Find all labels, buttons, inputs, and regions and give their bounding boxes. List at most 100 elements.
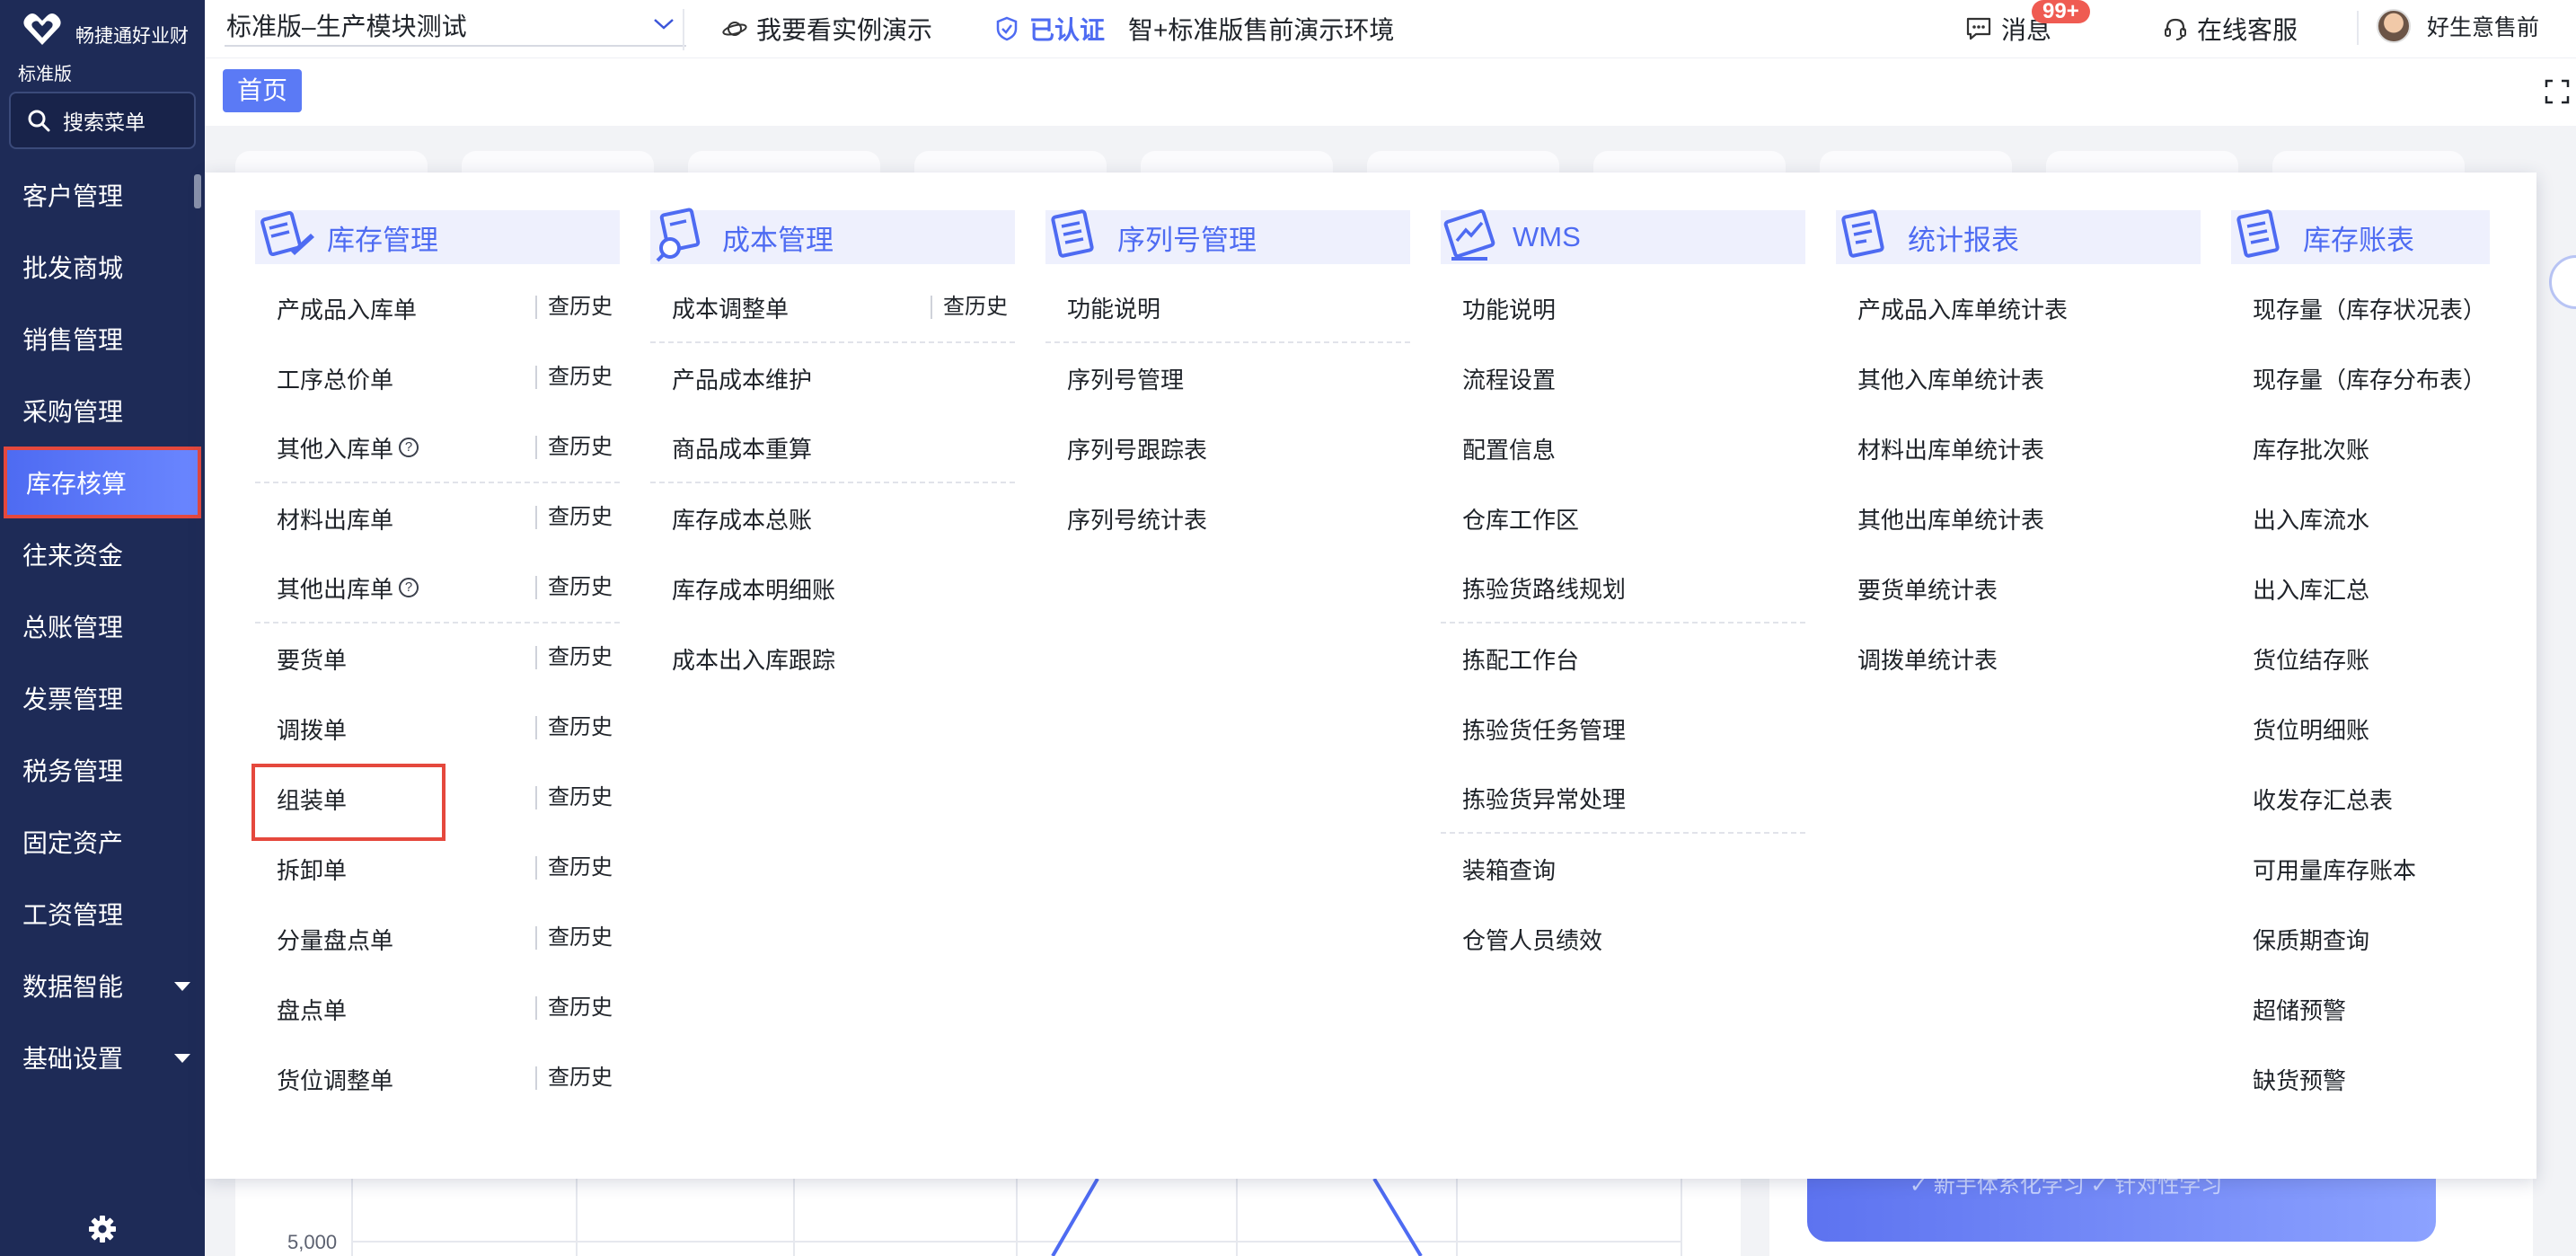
menu-item-shelf-life-query[interactable]: 保质期查询 xyxy=(2231,904,2490,974)
online-service-label: 在线客服 xyxy=(2197,16,2298,44)
menu-item-overstock-alert[interactable]: 超储预警 xyxy=(2231,974,2490,1044)
menu-item-cost-inout-tracking[interactable]: 成本出入库跟踪 xyxy=(650,624,1015,694)
fullscreen-icon[interactable] xyxy=(2544,78,2571,105)
menu-item-finished-goods-receipt-stats[interactable]: 产成品入库单统计表 xyxy=(1836,273,2201,343)
menu-item-packing-query[interactable]: 装箱查询 xyxy=(1441,834,1805,904)
history-link[interactable]: 查历史 xyxy=(535,786,613,809)
menu-item-picking-workbench[interactable]: 拣配工作台 xyxy=(1441,624,1805,694)
history-link[interactable]: 查历史 xyxy=(535,856,613,880)
menu-search-button[interactable]: 搜索菜单 xyxy=(9,92,196,149)
menu-item-label: 超储预警 xyxy=(2253,996,2347,1024)
sidebar-item-inventory-accounting[interactable]: 库存核算 xyxy=(4,447,201,518)
menu-item-transfer[interactable]: 调拨单 查历史 xyxy=(255,694,620,764)
history-link[interactable]: 查历史 xyxy=(535,646,613,669)
menu-item-configuration-info[interactable]: 配置信息 xyxy=(1441,413,1805,483)
menu-item-process-settings[interactable]: 流程设置 xyxy=(1441,343,1805,413)
history-link[interactable]: 查历史 xyxy=(535,506,613,529)
menu-item-other-receipt[interactable]: 其他入库单? 查历史 xyxy=(255,413,620,483)
sidebar-item-purchase[interactable]: 采购管理 xyxy=(0,375,205,447)
menu-item-assembly[interactable]: 组装单 查历史 xyxy=(251,764,620,841)
menu-item-picking-task-management[interactable]: 拣验货任务管理 xyxy=(1441,694,1805,764)
environment-select[interactable]: 标准版–生产模块测试 xyxy=(225,5,686,47)
menu-item-process-price[interactable]: 工序总价单 查历史 xyxy=(255,343,620,413)
history-link[interactable]: 查历史 xyxy=(535,296,613,319)
user-menu[interactable]: 好生意售前 xyxy=(2377,9,2539,43)
history-link[interactable]: 查历史 xyxy=(535,1066,613,1090)
menu-item-wms-function-guide[interactable]: 功能说明 xyxy=(1441,273,1805,343)
sidebar-item-tax[interactable]: 税务管理 xyxy=(0,734,205,806)
history-link[interactable]: 查历史 xyxy=(535,926,613,950)
demo-link[interactable]: 我要看实例演示 xyxy=(722,11,932,47)
menu-item-shortage-alert[interactable]: 缺货预警 xyxy=(2231,1044,2490,1114)
menu-item-location-detail[interactable]: 货位明细账 xyxy=(2231,694,2490,764)
sidebar-item-sales[interactable]: 销售管理 xyxy=(0,303,205,375)
help-icon[interactable]: ? xyxy=(399,438,419,457)
ledger-icon xyxy=(2236,209,2280,258)
menu-item-serial-tracking[interactable]: 序列号跟踪表 xyxy=(1045,413,1410,483)
sidebar-item-label: 总账管理 xyxy=(22,614,124,641)
menu-item-material-issue[interactable]: 材料出库单 查历史 xyxy=(255,483,620,553)
menu-item-stock-distribution[interactable]: 现存量（库存分布表） xyxy=(2231,343,2490,413)
menu-item-serial-statistics[interactable]: 序列号统计表 xyxy=(1045,483,1410,553)
menu-item-requisition[interactable]: 要货单 查历史 xyxy=(255,624,620,694)
menu-item-cost-recalculation[interactable]: 商品成本重算 xyxy=(650,413,1015,483)
menu-item-other-issue[interactable]: 其他出库单? 查历史 xyxy=(255,553,620,624)
menu-item-transfer-stats[interactable]: 调拨单统计表 xyxy=(1836,624,2201,694)
sidebar-item-general-ledger[interactable]: 总账管理 xyxy=(0,590,205,662)
menu-item-serial-management[interactable]: 序列号管理 xyxy=(1045,343,1410,413)
sidebar-item-label: 往来资金 xyxy=(22,542,124,570)
menu-item-other-issue-stats[interactable]: 其他出库单统计表 xyxy=(1836,483,2201,553)
menu-item-picking-route-planning[interactable]: 拣验货路线规划 xyxy=(1441,553,1805,624)
menu-item-partial-stocktake[interactable]: 分量盘点单 查历史 xyxy=(255,904,620,974)
history-link[interactable]: 查历史 xyxy=(931,296,1008,319)
sidebar-item-customer[interactable]: 客户管理 xyxy=(0,159,205,231)
menu-item-warehouse-staff-performance[interactable]: 仓管人员绩效 xyxy=(1441,904,1805,974)
menu-item-receive-issue-summary[interactable]: 收发存汇总表 xyxy=(2231,764,2490,834)
document-pen-icon xyxy=(260,210,314,257)
menu-item-inout-summary[interactable]: 出入库汇总 xyxy=(2231,553,2490,624)
help-icon[interactable]: ? xyxy=(399,578,419,597)
menu-item-product-cost-maintenance[interactable]: 产品成本维护 xyxy=(650,343,1015,413)
menu-column-inventory-ledgers: 库存账表 现存量（库存状况表） 现存量（库存分布表） 库存批次账 出入库流水 出… xyxy=(2231,209,2490,1114)
tab-home[interactable]: 首页 xyxy=(223,69,303,112)
floating-assistant-handle[interactable] xyxy=(2549,255,2576,309)
sidebar-item-wholesale-mall[interactable]: 批发商城 xyxy=(0,231,205,303)
brand-logo-icon xyxy=(23,13,61,45)
sidebar-item-basic-settings[interactable]: 基础设置 xyxy=(0,1022,205,1093)
menu-item-serial-function-guide[interactable]: 功能说明 xyxy=(1045,273,1410,343)
sidebar-item-invoice[interactable]: 发票管理 xyxy=(0,662,205,734)
menu-item-available-stock-ledger[interactable]: 可用量库存账本 xyxy=(2231,834,2490,904)
sidebar-item-fixed-assets[interactable]: 固定资产 xyxy=(0,806,205,878)
history-link[interactable]: 查历史 xyxy=(535,366,613,389)
brand-logo[interactable]: 畅捷通好业财 标准版 xyxy=(18,7,207,84)
history-link[interactable]: 查历史 xyxy=(535,436,613,459)
column-title: 成本管理 xyxy=(722,224,834,256)
history-link[interactable]: 查历史 xyxy=(535,576,613,599)
sidebar-item-data-intelligence[interactable]: 数据智能 xyxy=(0,950,205,1022)
menu-item-location-adjustment[interactable]: 货位调整单 查历史 xyxy=(255,1044,620,1114)
menu-item-picking-exception[interactable]: 拣验货异常处理 xyxy=(1441,764,1805,834)
menu-item-stocktake[interactable]: 盘点单 查历史 xyxy=(255,974,620,1044)
menu-item-label: 商品成本重算 xyxy=(672,435,813,463)
menu-item-inventory-cost-detail[interactable]: 库存成本明细账 xyxy=(650,553,1015,624)
menu-item-inout-flow[interactable]: 出入库流水 xyxy=(2231,483,2490,553)
menu-item-inventory-cost-ledger[interactable]: 库存成本总账 xyxy=(650,483,1015,553)
history-link[interactable]: 查历史 xyxy=(535,996,613,1020)
menu-item-requisition-stats[interactable]: 要货单统计表 xyxy=(1836,553,2201,624)
menu-item-finished-goods-receipt[interactable]: 产成品入库单 查历史 xyxy=(255,273,620,343)
learning-banner[interactable]: ✓ 新手体系化学习 ✓ 针对性学习 xyxy=(1807,1175,2436,1242)
menu-item-other-receipt-stats[interactable]: 其他入库单统计表 xyxy=(1836,343,2201,413)
sidebar-item-payroll[interactable]: 工资管理 xyxy=(0,878,205,950)
menu-item-label: 拣验货路线规划 xyxy=(1462,575,1627,603)
menu-item-cost-adjustment[interactable]: 成本调整单 查历史 xyxy=(650,273,1015,343)
menu-item-material-issue-stats[interactable]: 材料出库单统计表 xyxy=(1836,413,2201,483)
menu-item-location-balance[interactable]: 货位结存账 xyxy=(2231,624,2490,694)
menu-item-disassembly[interactable]: 拆卸单 查历史 xyxy=(255,834,620,904)
sidebar-item-funds[interactable]: 往来资金 xyxy=(0,518,205,590)
menu-item-batch-ledger[interactable]: 库存批次账 xyxy=(2231,413,2490,483)
online-service-button[interactable]: 在线客服 xyxy=(2163,11,2298,47)
gear-icon[interactable] xyxy=(88,1215,117,1243)
menu-item-stock-status[interactable]: 现存量（库存状况表） xyxy=(2231,273,2490,343)
menu-item-warehouse-workspace[interactable]: 仓库工作区 xyxy=(1441,483,1805,553)
history-link[interactable]: 查历史 xyxy=(535,716,613,739)
